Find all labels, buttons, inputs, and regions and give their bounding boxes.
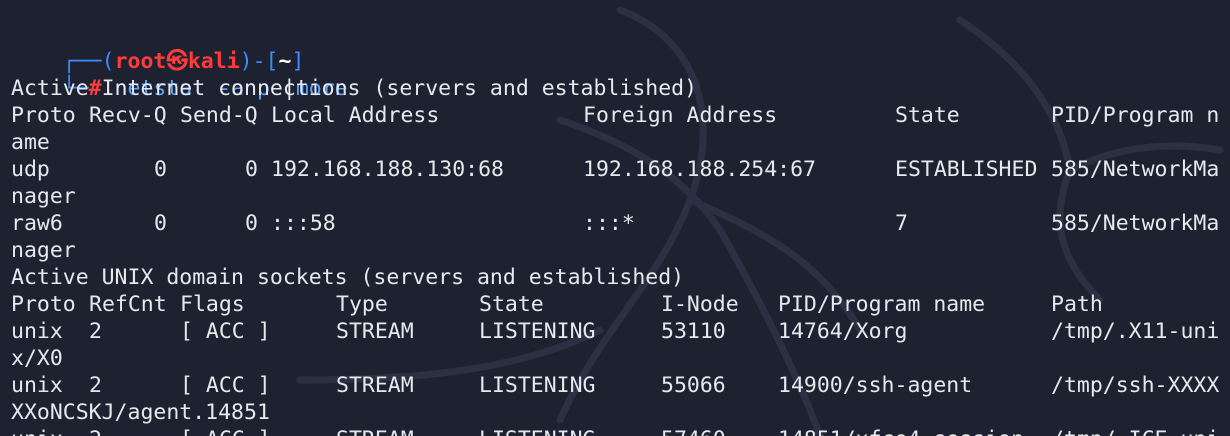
row-pid: 585/NetworkMa (1051, 157, 1220, 182)
col-state: State (479, 292, 544, 317)
table-row: raw6 0 0 :::58 :::* 7 585/NetworkMa (11, 210, 1219, 237)
row-state: LISTENING (479, 373, 596, 398)
row-state: LISTENING (479, 319, 596, 344)
table-row: unix 2 [ ACC ] STREAM LISTENING 53110 14… (11, 318, 1219, 345)
col-type: Type (336, 292, 388, 317)
row-sendq: 0 (245, 157, 258, 182)
col-flags: Flags (180, 292, 245, 317)
row-flags: [ ACC ] (180, 319, 271, 344)
row-pid: 585/NetworkMa (1051, 211, 1220, 236)
col-proto: Proto (11, 292, 76, 317)
row-refcnt: 2 (89, 373, 102, 398)
unix-column-headers: Proto RefCnt Flags Type State I-Node PID… (11, 291, 1103, 318)
prompt-line-1: ┌──(root㉿kali)-[~] (11, 21, 305, 74)
unix-header: Active UNIX domain sockets (servers and … (11, 265, 685, 290)
row-proto: unix (11, 373, 63, 398)
row-flags: [ ACC ] (180, 426, 271, 436)
col-refcnt: RefCnt (89, 292, 167, 317)
row-proto: unix (11, 319, 63, 344)
terminal-window[interactable]: ┌──(root㉿kali)-[~] └─# netstat -anp |mor… (0, 0, 1230, 436)
row-state: 7 (895, 211, 908, 236)
row-refcnt: 2 (89, 426, 102, 436)
row-type: STREAM (336, 319, 414, 344)
row-proto: raw6 (11, 211, 63, 236)
col-state: State (895, 103, 960, 128)
row-inode: 53110 (661, 319, 726, 344)
col-sendq: Send-Q (180, 103, 258, 128)
table-row: udp 0 0 192.168.188.130:68 192.168.188.2… (11, 156, 1219, 183)
row-pid: 14900/ssh-agent (778, 373, 973, 398)
row-type: STREAM (336, 426, 414, 436)
row-flags: [ ACC ] (180, 373, 271, 398)
row-proto: udp (11, 157, 50, 182)
row-local: 192.168.188.130:68 (271, 157, 504, 182)
row-wrap: x/X0 (11, 346, 63, 371)
col-foreign-address: Foreign Address (583, 103, 778, 128)
row-local: :::58 (271, 211, 336, 236)
row-recvq: 0 (154, 211, 167, 236)
row-path: /tmp/.ICE-uni (1051, 426, 1219, 436)
inet-column-wrap: ame (11, 130, 50, 155)
inet-header: Active Internet connections (servers and… (11, 76, 698, 101)
row-pid: 14851/xfce4-session (778, 426, 1024, 436)
row-wrap: nager (11, 238, 76, 263)
row-path: /tmp/.X11-uni (1051, 319, 1220, 344)
row-refcnt: 2 (89, 319, 102, 344)
col-path: Path (1051, 292, 1103, 317)
row-wrap: XXoNCSKJ/agent.14851 (11, 400, 270, 425)
row-state: ESTABLISHED (895, 157, 1038, 182)
row-recvq: 0 (154, 157, 167, 182)
row-state: LISTENING (479, 426, 596, 436)
col-pid-program: PID/Program name (778, 292, 986, 317)
row-sendq: 0 (245, 211, 258, 236)
row-foreign: 192.168.188.254:67 (583, 157, 816, 182)
col-proto: Proto (11, 103, 76, 128)
col-recvq: Recv-Q (89, 103, 167, 128)
row-inode: 57460 (661, 426, 726, 436)
row-type: STREAM (336, 373, 414, 398)
table-row: unix 2 [ ACC ] STREAM LISTENING 57460 14… (11, 426, 1219, 436)
inet-column-headers: Proto Recv-Q Send-Q Local Address Foreig… (11, 102, 1219, 129)
row-proto: unix (11, 426, 63, 436)
table-row: unix 2 [ ACC ] STREAM LISTENING 55066 14… (11, 372, 1219, 399)
col-inode: I-Node (661, 292, 739, 317)
row-wrap: nager (11, 184, 76, 209)
prompt-line-2[interactable]: └─# netstat -anp |more (11, 48, 348, 101)
row-inode: 55066 (661, 373, 726, 398)
row-path: /tmp/ssh-XXXX (1051, 373, 1220, 398)
col-pid-program: PID/Program n (1051, 103, 1220, 128)
row-pid: 14764/Xorg (778, 319, 908, 344)
row-foreign: :::* (583, 211, 635, 236)
col-local-address: Local Address (271, 103, 440, 128)
